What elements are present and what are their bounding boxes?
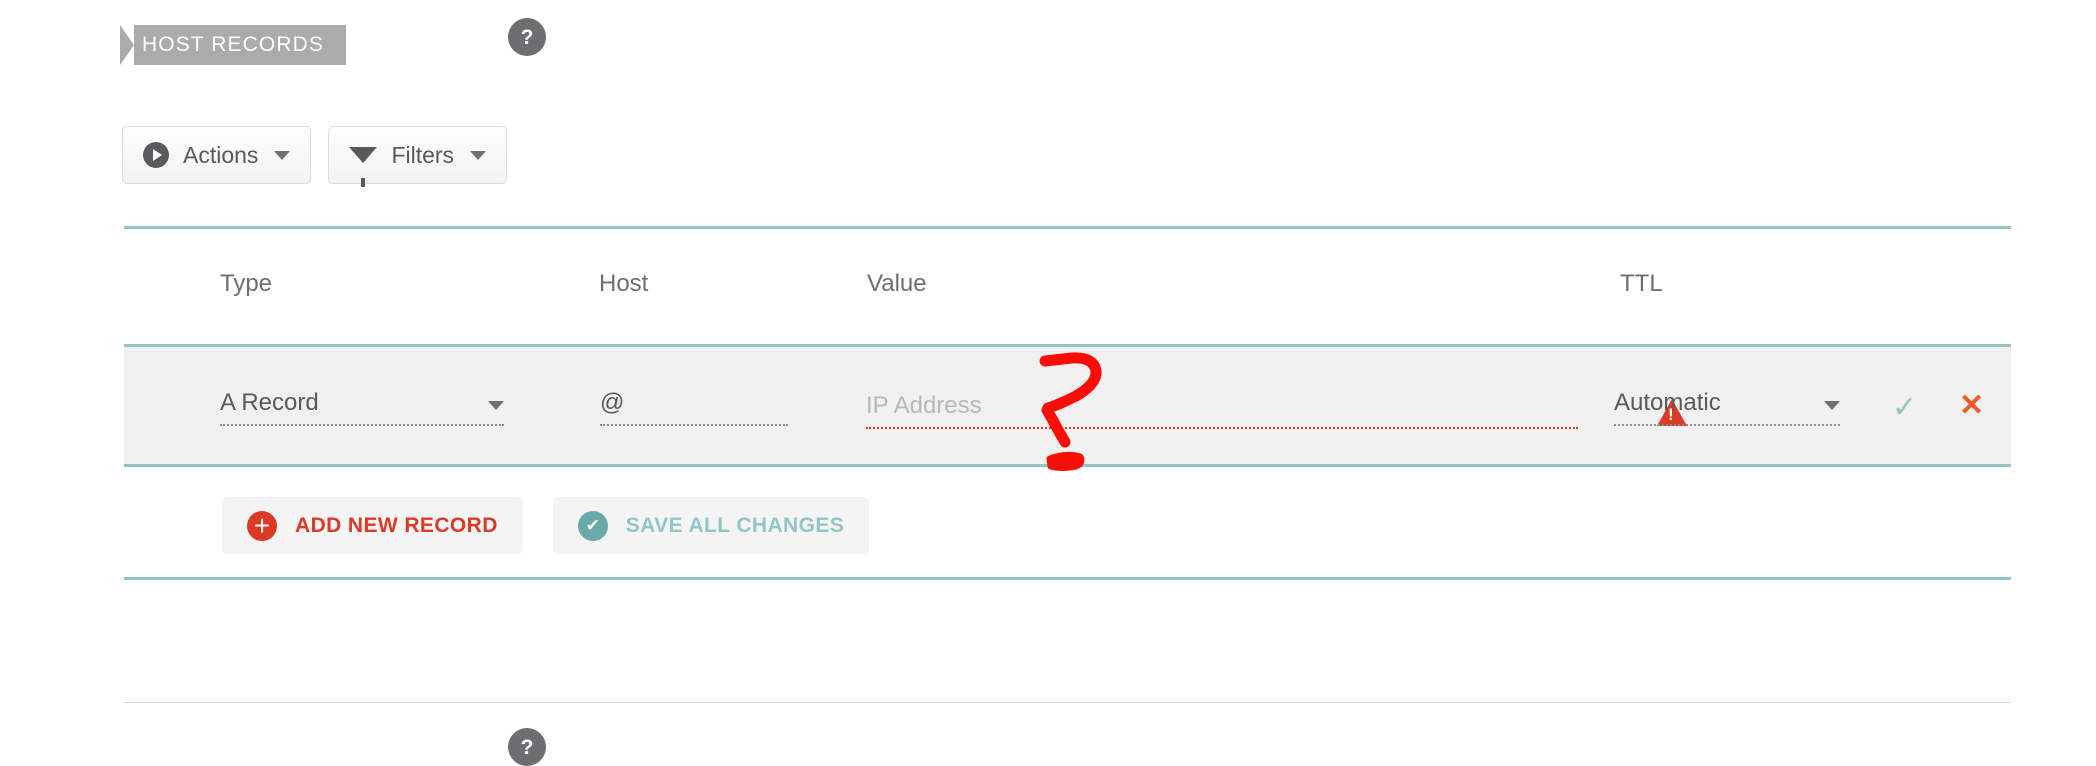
chevron-down-icon: [488, 401, 504, 410]
record-value-input[interactable]: IP Address: [866, 392, 1578, 429]
record-host-input[interactable]: @: [600, 389, 788, 426]
toolbar: Actions Filters: [122, 126, 508, 187]
add-new-record-button[interactable]: + ADD NEW RECORD: [222, 497, 523, 554]
funnel-icon: [349, 147, 378, 187]
check-circle-icon: ✔: [577, 510, 608, 541]
column-header-value: Value: [867, 270, 927, 297]
save-all-changes-button[interactable]: ✔ SAVE ALL CHANGES: [552, 497, 870, 554]
table-top-divider: [124, 226, 2011, 229]
section-title: HOST RECORDS: [134, 25, 346, 65]
row-bottom-divider: [124, 464, 2011, 467]
help-question-icon[interactable]: ?: [508, 18, 546, 56]
chevron-down-icon: [1824, 401, 1840, 410]
record-type-select[interactable]: A Record: [220, 389, 504, 426]
record-ttl-value: Automatic: [1614, 389, 1721, 416]
column-header-host: Host: [599, 270, 649, 297]
filters-button-label: Filters: [391, 141, 455, 168]
record-ttl-select[interactable]: Automatic: [1614, 389, 1840, 426]
actions-button[interactable]: Actions: [122, 126, 312, 184]
play-circle-icon: [143, 142, 169, 168]
plus-circle-icon: +: [247, 510, 277, 541]
footer-actions: + ADD NEW RECORD ✔ SAVE ALL CHANGES: [222, 497, 870, 554]
ribbon-arrow-icon: [120, 25, 134, 65]
record-host-value: @: [600, 389, 625, 416]
confirm-record-checkmark-icon[interactable]: ✓: [1892, 393, 1917, 423]
save-all-changes-label: SAVE ALL CHANGES: [625, 513, 845, 537]
column-header-type: Type: [220, 270, 273, 297]
cancel-record-close-icon[interactable]: ✕: [1959, 391, 1984, 421]
actions-button-label: Actions: [183, 141, 259, 168]
chevron-down-icon: [274, 150, 291, 160]
add-new-record-label: ADD NEW RECORD: [295, 513, 498, 537]
page-bottom-divider: [124, 702, 2011, 703]
help-question-icon-bottom[interactable]: ?: [508, 728, 546, 766]
filters-button[interactable]: Filters: [328, 126, 508, 187]
table-footer-divider: [124, 577, 2011, 580]
table-row: A Record @ IP Address Automatic ✓ ✕: [124, 347, 2011, 464]
record-type-value: A Record: [220, 389, 319, 416]
chevron-down-icon: [470, 150, 487, 160]
column-header-ttl: TTL: [1620, 270, 1663, 297]
section-ribbon: HOST RECORDS: [120, 25, 346, 65]
table-header-row: Type Host Value TTL: [0, 270, 2096, 304]
